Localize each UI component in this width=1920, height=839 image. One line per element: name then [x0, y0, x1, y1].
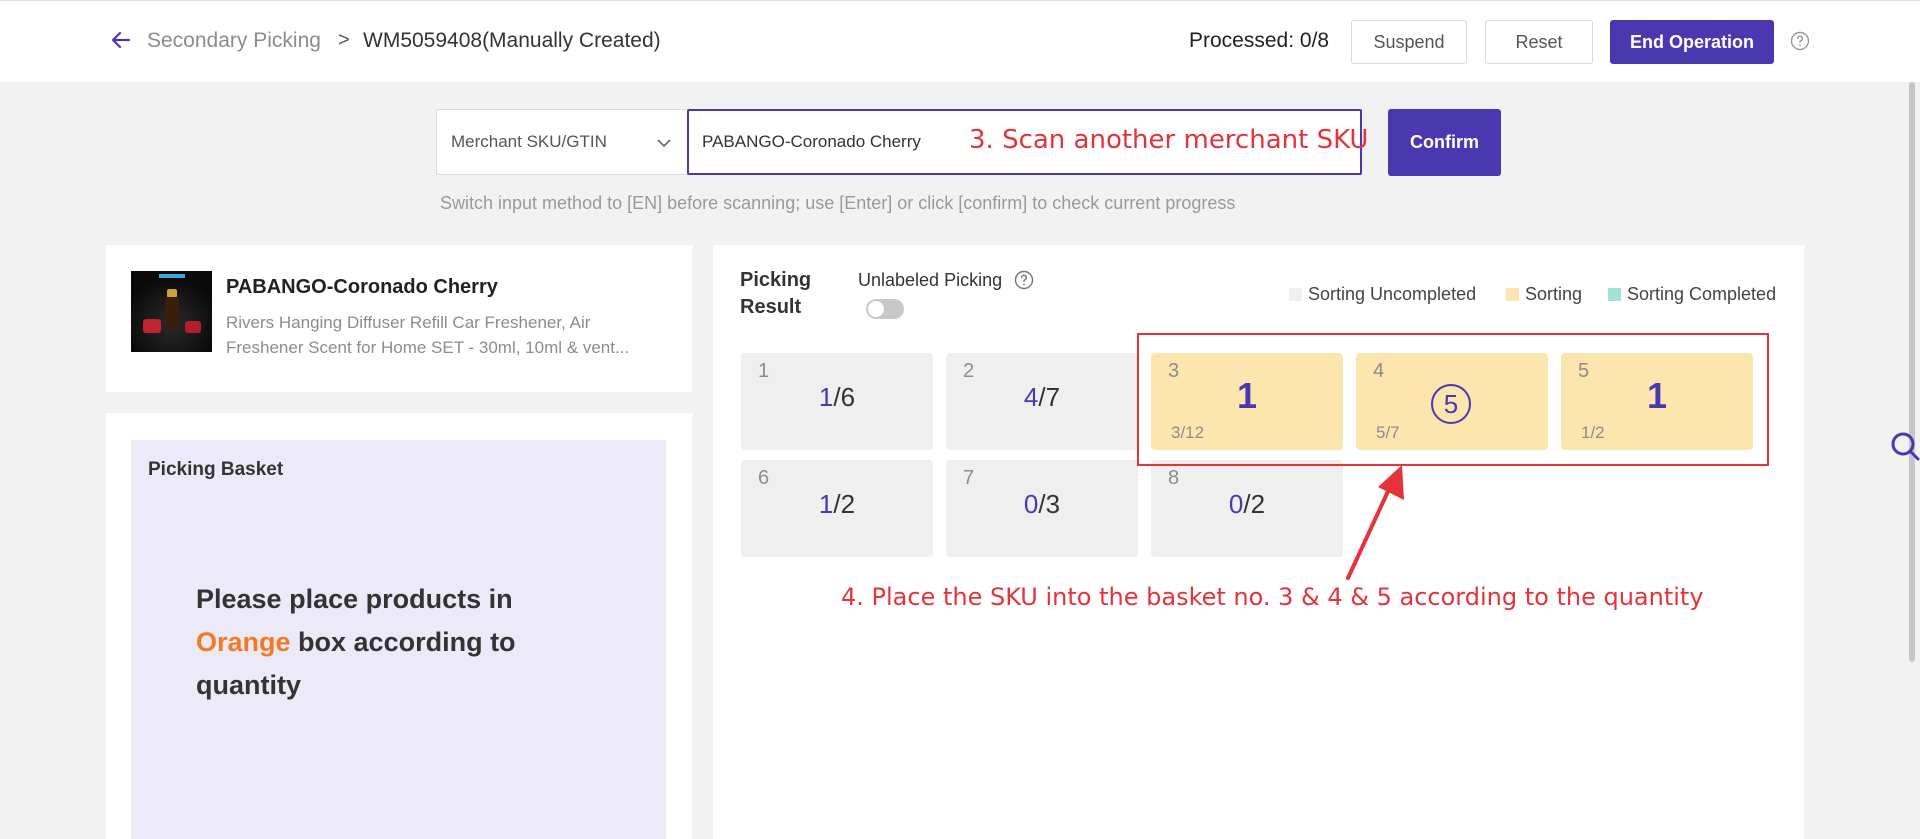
cell-picked: 1 — [818, 382, 834, 412]
cell-total: /2 — [833, 489, 856, 519]
legend-label: Sorting Completed — [1627, 284, 1777, 304]
toggle-knob — [868, 301, 884, 317]
cell-progress: 1/2 — [741, 489, 933, 520]
cell-progress: 0/2 — [1151, 489, 1343, 520]
cell-index: 7 — [963, 467, 975, 489]
legend-uncompleted: Sorting Uncompleted — [1289, 284, 1476, 305]
scan-hint: Switch input method to [EN] before scann… — [440, 193, 1236, 213]
search-icon[interactable] — [1886, 430, 1920, 464]
page-title: WM5059408(Manually Created) — [363, 29, 661, 52]
legend-completed: Sorting Completed — [1608, 284, 1776, 305]
input-method-value: Merchant SKU/GTIN — [451, 132, 607, 151]
top-bar: Secondary Picking > WM5059408(Manually C… — [0, 0, 1920, 82]
highlight-box — [1137, 333, 1769, 466]
unlabeled-picking-toggle[interactable] — [866, 299, 904, 319]
picking-basket-panel: Picking Basket Please place products in … — [106, 413, 692, 839]
cell-picked: 4 — [1023, 382, 1039, 412]
suspend-button[interactable]: Suspend — [1351, 20, 1467, 64]
breadcrumb-parent[interactable]: Secondary Picking — [147, 29, 321, 53]
basket-cell-6[interactable]: 6 1/2 — [741, 460, 933, 557]
basket-cell-7[interactable]: 7 0/3 — [946, 460, 1138, 557]
cell-total: /2 — [1243, 489, 1266, 519]
basket-cell-2[interactable]: 2 4/7 — [946, 353, 1138, 450]
product-card: PABANGO-Coronado Cherry Rivers Hanging D… — [106, 245, 692, 392]
chevron-down-icon — [657, 139, 671, 148]
scrollbar-thumb[interactable] — [1909, 82, 1915, 662]
cell-index: 1 — [758, 360, 770, 382]
basket-title: Picking Basket — [148, 459, 284, 480]
basket-instruction: Please place products in Orange box acco… — [196, 578, 576, 707]
confirm-button[interactable]: Confirm — [1388, 109, 1501, 176]
question-circle-icon[interactable] — [1790, 31, 1810, 51]
cell-progress: 1/6 — [741, 382, 933, 413]
product-description: Rivers Hanging Diffuser Refill Car Fresh… — [226, 313, 630, 357]
question-circle-icon[interactable] — [1014, 270, 1034, 290]
end-operation-button[interactable]: End Operation — [1610, 20, 1774, 64]
basket-msg-before: Please place products in — [196, 584, 513, 614]
legend-sorting: Sorting — [1506, 284, 1582, 305]
basket-cell-8[interactable]: 8 0/2 — [1151, 460, 1343, 557]
cell-picked: 1 — [818, 489, 834, 519]
cell-picked: 0 — [1023, 489, 1039, 519]
product-name: PABANGO-Coronado Cherry — [226, 276, 498, 298]
legend-swatch — [1289, 288, 1302, 301]
input-method-select[interactable]: Merchant SKU/GTIN — [436, 109, 688, 175]
step3-annotation: 3. Scan another merchant SKU — [969, 125, 1369, 155]
breadcrumb-separator: > — [338, 29, 350, 51]
picking-result-title: Picking Result — [740, 269, 812, 318]
cell-progress: 4/7 — [946, 382, 1138, 413]
legend-label: Sorting Uncompleted — [1308, 284, 1477, 304]
picking-basket: Picking Basket Please place products in … — [131, 440, 666, 839]
cell-total: /7 — [1038, 382, 1061, 412]
unlabeled-picking-label: Unlabeled Picking — [858, 270, 1003, 290]
processed-counter: Processed: 0/8 — [1189, 29, 1330, 52]
product-image — [131, 271, 212, 352]
legend-swatch — [1506, 288, 1519, 301]
cell-index: 2 — [963, 360, 975, 382]
cell-total: /6 — [833, 382, 856, 412]
basket-cell-1[interactable]: 1 1/6 — [741, 353, 933, 450]
cell-progress: 0/3 — [946, 489, 1138, 520]
cell-index: 8 — [1168, 467, 1180, 489]
legend-swatch — [1608, 288, 1621, 301]
cell-picked: 0 — [1228, 489, 1244, 519]
reset-button[interactable]: Reset — [1485, 20, 1593, 64]
cell-index: 6 — [758, 467, 770, 489]
basket-msg-highlight: Orange — [196, 627, 291, 657]
annotation-arrow — [1346, 465, 1404, 580]
step4-annotation: 4. Place the SKU into the basket no. 3 &… — [841, 583, 1704, 611]
legend-label: Sorting — [1525, 284, 1583, 304]
arrow-left-icon[interactable] — [110, 29, 132, 51]
cell-total: /3 — [1038, 489, 1061, 519]
